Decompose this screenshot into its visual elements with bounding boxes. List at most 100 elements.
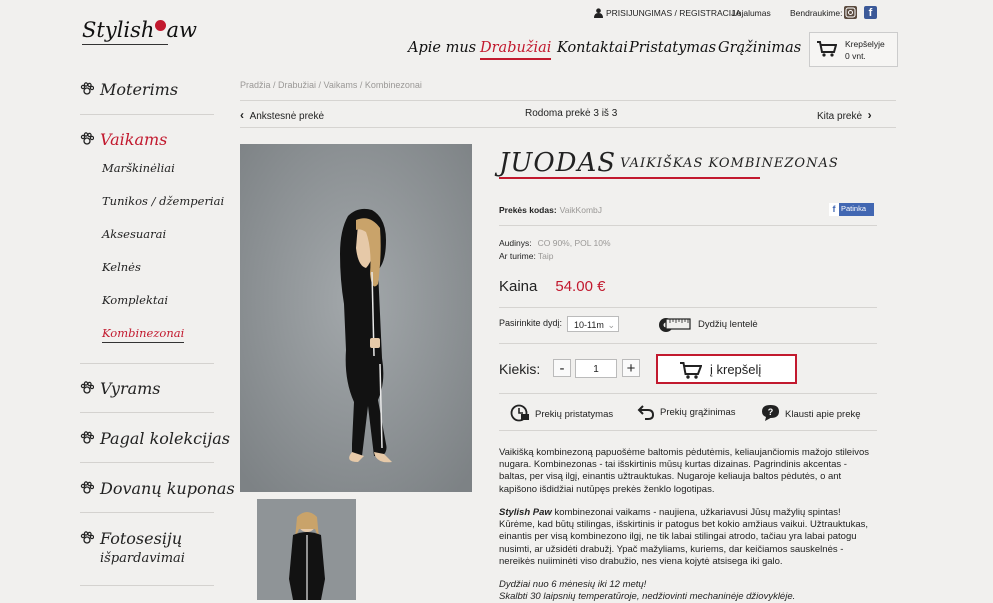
description-paragraph-1: Vaikišką kombinezoną papuošėme baltomis … <box>499 447 869 495</box>
sidebar-category-kids[interactable]: Vaikams <box>80 130 167 149</box>
service-delivery-link[interactable]: Prekių pristatymas <box>510 404 613 422</box>
sidebar-divider <box>80 512 214 513</box>
divider <box>499 307 877 308</box>
chevron-right-icon: › <box>867 108 872 122</box>
size-select-value: 10-11m <box>574 320 604 330</box>
description-care: Skalbti 30 laipsnių temperatūroje, nedži… <box>499 591 796 603</box>
loyalty-link[interactable]: Lojalumas <box>732 8 771 18</box>
login-label: PRISIJUNGIMAS / REGISTRACIJA <box>606 8 742 18</box>
service-return-label: Prekių grąžinimas <box>660 407 736 418</box>
login-link[interactable]: PRISIJUNGIMAS / REGISTRACIJA <box>594 8 741 18</box>
description-paragraph-2: Stylish Paw kombinezonai vaikams - nauji… <box>499 507 871 568</box>
quantity-minus-button[interactable]: - <box>553 359 571 377</box>
product-stock: Ar turime: Taip <box>499 251 553 261</box>
product-code-value: VaikKombJ <box>559 205 603 215</box>
paw-icon <box>80 132 94 145</box>
product-code-label: Prekės kodas: <box>499 205 557 215</box>
like-label: Patinka <box>841 204 867 213</box>
facebook-like-button[interactable]: f Patinka <box>829 203 874 216</box>
sidebar-category-men[interactable]: Vyrams <box>80 379 161 398</box>
facebook-icon: f <box>829 203 839 216</box>
service-ask-link[interactable]: ? Klausti apie prekę <box>761 404 861 422</box>
cart-title: Krepšelyje <box>845 39 885 49</box>
prev-product-label: Ankstesnė prekė <box>249 111 325 122</box>
fabric-value: CO 90%, POL 10% <box>537 238 611 248</box>
stock-value: Taip <box>537 251 554 261</box>
sidebar-sub-sets[interactable]: Komplektai <box>102 293 168 307</box>
sidebar-sub-accessories[interactable]: Aksesuarai <box>102 227 166 241</box>
title-underline <box>499 177 760 179</box>
divider <box>499 393 877 394</box>
sidebar-divider <box>80 585 214 586</box>
nav-item-clothes[interactable]: Drabužiai <box>480 40 552 60</box>
return-arrow-icon <box>637 405 655 420</box>
sidebar-divider <box>80 462 214 463</box>
sidebar-category-gift-voucher[interactable]: Dovanų kuponas <box>80 479 235 498</box>
product-thumbnail[interactable] <box>257 499 356 600</box>
description-sizes: Dydžiai nuo 6 mėnesių iki 12 metų! <box>499 579 647 590</box>
sidebar-category-women[interactable]: Moterims <box>80 80 178 99</box>
sidebar-divider <box>80 363 214 364</box>
product-price: Kaina 54.00 € <box>499 278 605 295</box>
add-to-cart-label: į krepšelį <box>710 362 762 377</box>
sidebar-category-label: Fotosesijų <box>100 529 183 548</box>
cart-count: 0 vnt. <box>845 51 866 61</box>
breadcrumb[interactable]: Pradžia / Drabužiai / Vaikams / Kombinez… <box>240 80 422 90</box>
quantity-input[interactable]: 1 <box>575 359 617 378</box>
facebook-icon[interactable]: f <box>864 6 877 19</box>
truck-clock-icon <box>510 404 529 422</box>
paw-icon <box>80 82 94 95</box>
size-select[interactable]: 10-11m ⌄ <box>567 316 619 332</box>
nav-item-returns[interactable]: Grąžinimas <box>718 40 801 56</box>
sidebar-category-photoshoot-sale[interactable]: Fotosesijų <box>80 529 182 548</box>
product-main-image[interactable] <box>240 144 472 492</box>
sidebar-category-collections[interactable]: Pagal kolekcijas <box>80 429 230 448</box>
nav-item-about[interactable]: Apie mus <box>408 40 476 56</box>
paw-icon <box>80 481 94 494</box>
paw-icon <box>80 381 94 394</box>
description-paragraph-3: Dydžiai nuo 6 mėnesių iki 12 metų! Skalb… <box>499 579 871 603</box>
price-value: 54.00 € <box>555 278 606 295</box>
cart-icon <box>680 362 702 379</box>
sidebar-category-label-line2[interactable]: išpardavimai <box>100 551 185 566</box>
chevron-left-icon: ‹ <box>240 108 244 122</box>
product-fabric: Audinys: CO 90%, POL 10% <box>499 238 611 248</box>
product-title-main: JUODAS <box>499 148 617 178</box>
paw-icon <box>80 531 94 544</box>
size-label: Pasirinkite dydį: <box>499 318 563 328</box>
logo-text-2: aw <box>166 18 197 42</box>
sidebar-sub-pants[interactable]: Kelnės <box>102 260 141 274</box>
next-product-link[interactable]: Kita prekė › <box>817 108 872 122</box>
sidebar-category-label: Dovanų kuponas <box>100 479 235 498</box>
cart-box[interactable]: Krepšelyje 0 vnt. <box>809 32 898 67</box>
paw-logo-icon <box>155 20 167 31</box>
instagram-icon[interactable] <box>844 6 857 19</box>
nav-item-delivery[interactable]: Pristatymas <box>629 40 716 56</box>
brand-name: Stylish Paw <box>499 507 552 518</box>
nav-item-contacts[interactable]: Kontaktai <box>557 40 628 56</box>
service-return-link[interactable]: Prekių grąžinimas <box>637 404 736 420</box>
paw-icon <box>80 431 94 444</box>
svg-text:?: ? <box>768 407 774 417</box>
logo-underline <box>82 44 168 45</box>
price-label: Kaina <box>499 278 538 295</box>
prev-product-link[interactable]: ‹ Ankstesnė prekė <box>240 108 324 122</box>
pager-status: Rodoma prekė 3 iš 3 <box>525 108 618 119</box>
logo-text: Stylish <box>82 18 155 42</box>
sidebar-sub-tunics[interactable]: Tunikos / džemperiai <box>102 194 224 208</box>
cart-icon <box>817 41 837 57</box>
sidebar-category-label: Pagal kolekcijas <box>100 429 230 448</box>
sidebar-sub-jumpsuits[interactable]: Kombinezonai <box>102 326 185 343</box>
fabric-label: Audinys: <box>499 238 532 248</box>
logo[interactable]: Stylish aw <box>82 18 197 42</box>
measuring-tape-icon[interactable] <box>658 317 692 333</box>
chevron-down-icon: ⌄ <box>607 320 615 330</box>
sidebar-sub-tshirts[interactable]: Marškinėliai <box>102 161 175 175</box>
description-paragraph-2-text: kombinezonai vaikams - naujiena, užkaria… <box>499 507 869 567</box>
size-table-link[interactable]: Dydžių lentelė <box>698 319 758 330</box>
sidebar-category-label: Moterims <box>100 80 179 99</box>
add-to-cart-button[interactable]: į krepšelį <box>656 354 797 384</box>
user-icon <box>594 8 603 18</box>
quantity-plus-button[interactable]: + <box>622 359 640 377</box>
divider <box>499 225 877 226</box>
